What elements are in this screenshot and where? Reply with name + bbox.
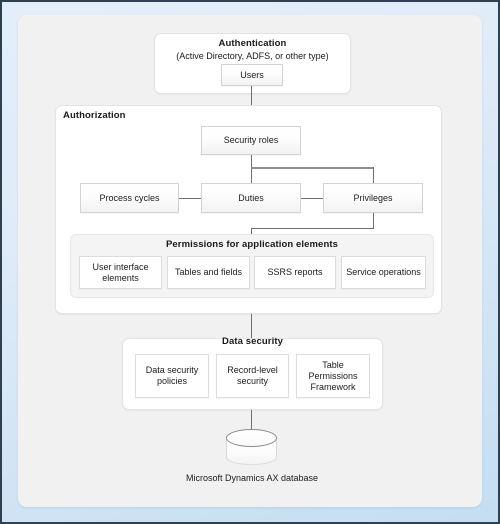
node-privileges[interactable]: Privileges	[323, 183, 423, 213]
authentication-subtitle: (Active Directory, ADFS, or other type)	[176, 51, 329, 61]
database-cylinder-icon	[226, 429, 277, 465]
node-users[interactable]: Users	[221, 64, 283, 86]
connector-data-security-to-database	[251, 410, 252, 430]
authentication-title: Authentication	[218, 38, 287, 49]
node-process-cycles[interactable]: Process cycles	[80, 183, 179, 213]
connector-security-roles-to-privileges	[251, 167, 374, 169]
connector-process-cycles-to-duties	[179, 198, 201, 199]
authorization-title: Authorization	[63, 110, 126, 121]
cylinder-top-ellipse	[226, 429, 277, 447]
connector-branch-down-to-privileges	[373, 167, 374, 183]
connector-privileges-down	[373, 213, 374, 228]
node-data-security-policies[interactable]: Data security policies	[135, 354, 209, 398]
connector-authorization-to-data-security	[251, 314, 252, 338]
screenshot-root: Authentication (Active Directory, ADFS, …	[0, 0, 500, 524]
node-tables-and-fields[interactable]: Tables and fields	[167, 256, 250, 289]
connector-security-roles-stem	[251, 155, 252, 183]
connector-privileges-to-permissions-horizontal	[251, 228, 374, 229]
node-table-permissions-framework[interactable]: Table Permissions Framework	[296, 354, 370, 398]
node-duties[interactable]: Duties	[201, 183, 301, 213]
connector-duties-to-privileges	[301, 198, 323, 199]
node-user-interface-elements[interactable]: User interface elements	[79, 256, 162, 289]
permissions-title: Permissions for application elements	[165, 239, 338, 250]
data-security-title: Data security	[222, 336, 283, 347]
node-security-roles[interactable]: Security roles	[201, 126, 301, 155]
node-service-operations[interactable]: Service operations	[341, 256, 426, 289]
database-caption: Microsoft Dynamics AX database	[185, 473, 319, 483]
security-architecture-diagram: Authentication (Active Directory, ADFS, …	[2, 2, 498, 522]
node-ssrs-reports[interactable]: SSRS reports	[254, 256, 336, 289]
node-record-level-security[interactable]: Record-level security	[216, 354, 289, 398]
